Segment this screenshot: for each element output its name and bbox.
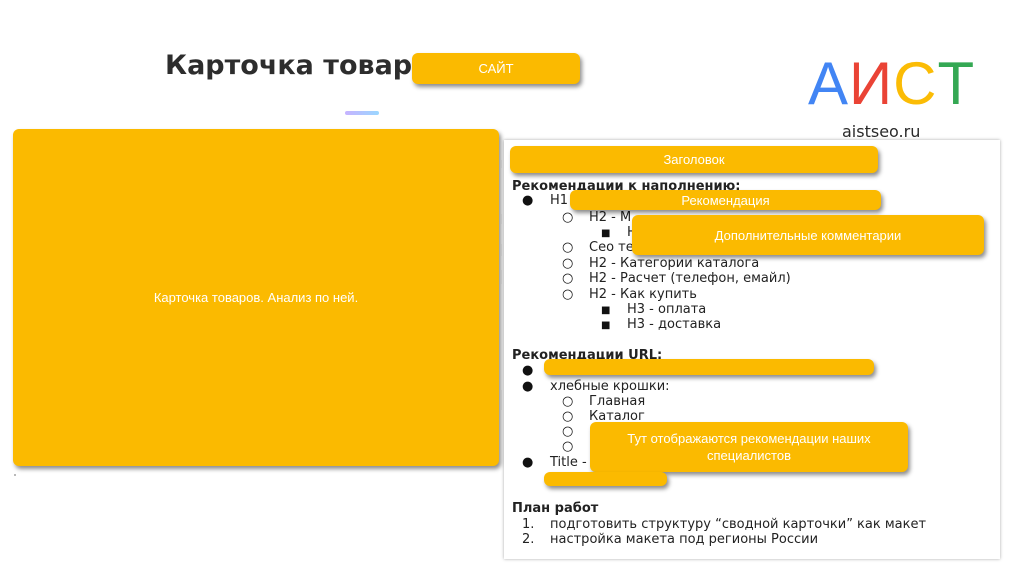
bullet-circle-icon: ○ bbox=[562, 439, 574, 454]
bullet-disc-icon: ● bbox=[522, 193, 534, 208]
plan-number: 1. bbox=[522, 517, 535, 532]
bullet-disc-icon: ● bbox=[522, 363, 534, 378]
bullet-circle-icon: ○ bbox=[562, 210, 574, 225]
page-title: Карточка товара bbox=[165, 50, 431, 81]
breadcrumbs-item: хлебные крошки: bbox=[550, 379, 670, 394]
divider bbox=[501, 390, 502, 410]
accent-bar bbox=[345, 111, 379, 115]
h2-item: H2 - М bbox=[589, 210, 632, 225]
plan-number: 2. bbox=[522, 532, 535, 547]
divider bbox=[501, 160, 502, 168]
bullet-circle-icon: ○ bbox=[562, 256, 574, 271]
divider-dot bbox=[14, 474, 16, 476]
annotation-recommendation: Рекомендация bbox=[570, 190, 881, 210]
logo-letter: Т bbox=[937, 50, 976, 117]
divider bbox=[501, 244, 502, 256]
logo-letter: С bbox=[893, 50, 938, 117]
bullet-circle-icon: ○ bbox=[562, 287, 574, 302]
h2-buy-item: H2 - Как купить bbox=[589, 287, 697, 302]
h2-calc-item: H2 - Расчет (телефон, емайл) bbox=[589, 271, 791, 286]
crumb-main-item: Главная bbox=[589, 394, 646, 409]
bullet-disc-icon: ● bbox=[522, 379, 534, 394]
seo-text-item: Сео те bbox=[589, 240, 634, 255]
bullet-square-icon: ■ bbox=[601, 228, 611, 239]
logo-letter: А bbox=[808, 50, 850, 117]
bullet-circle-icon: ○ bbox=[562, 409, 574, 424]
divider bbox=[501, 214, 502, 224]
h3-pay-item: H3 - оплата bbox=[627, 302, 707, 317]
bullet-square-icon: ■ bbox=[601, 305, 611, 316]
h3-delivery-item: H3 - доставка bbox=[627, 317, 722, 332]
annotation-small-bar bbox=[544, 472, 667, 486]
annotation-specialists: Тут отображаются рекомендации наших спец… bbox=[590, 422, 908, 472]
annotation-comments: Дополнительные комментарии bbox=[632, 215, 984, 255]
annotation-url-bar bbox=[544, 359, 874, 375]
site-button[interactable]: САЙТ bbox=[412, 53, 580, 84]
section-heading-plan: План работ bbox=[512, 501, 599, 516]
title-item: Title - bbox=[550, 455, 587, 470]
aist-logo: АИСТ bbox=[808, 52, 975, 116]
annotation-header: Заголовок bbox=[510, 146, 878, 173]
bullet-circle-icon: ○ bbox=[562, 424, 574, 439]
h1-item: H1 bbox=[550, 193, 569, 208]
logo-url: aistseo.ru bbox=[842, 122, 921, 141]
h2-catalog-item: H2 - Категории каталога bbox=[589, 256, 760, 271]
bullet-circle-icon: ○ bbox=[562, 271, 574, 286]
bullet-disc-icon: ● bbox=[522, 455, 534, 470]
product-card-placeholder: Карточка товаров. Анализ по ней. bbox=[13, 129, 499, 466]
logo-letter: И bbox=[849, 50, 894, 117]
bullet-square-icon: ■ bbox=[601, 320, 611, 331]
divider bbox=[501, 270, 502, 284]
plan-item: подготовить структуру “сводной карточки”… bbox=[550, 517, 927, 532]
bullet-circle-icon: ○ bbox=[562, 394, 574, 409]
plan-item: настройка макета под регионы России bbox=[550, 532, 819, 547]
bullet-circle-icon: ○ bbox=[562, 240, 574, 255]
